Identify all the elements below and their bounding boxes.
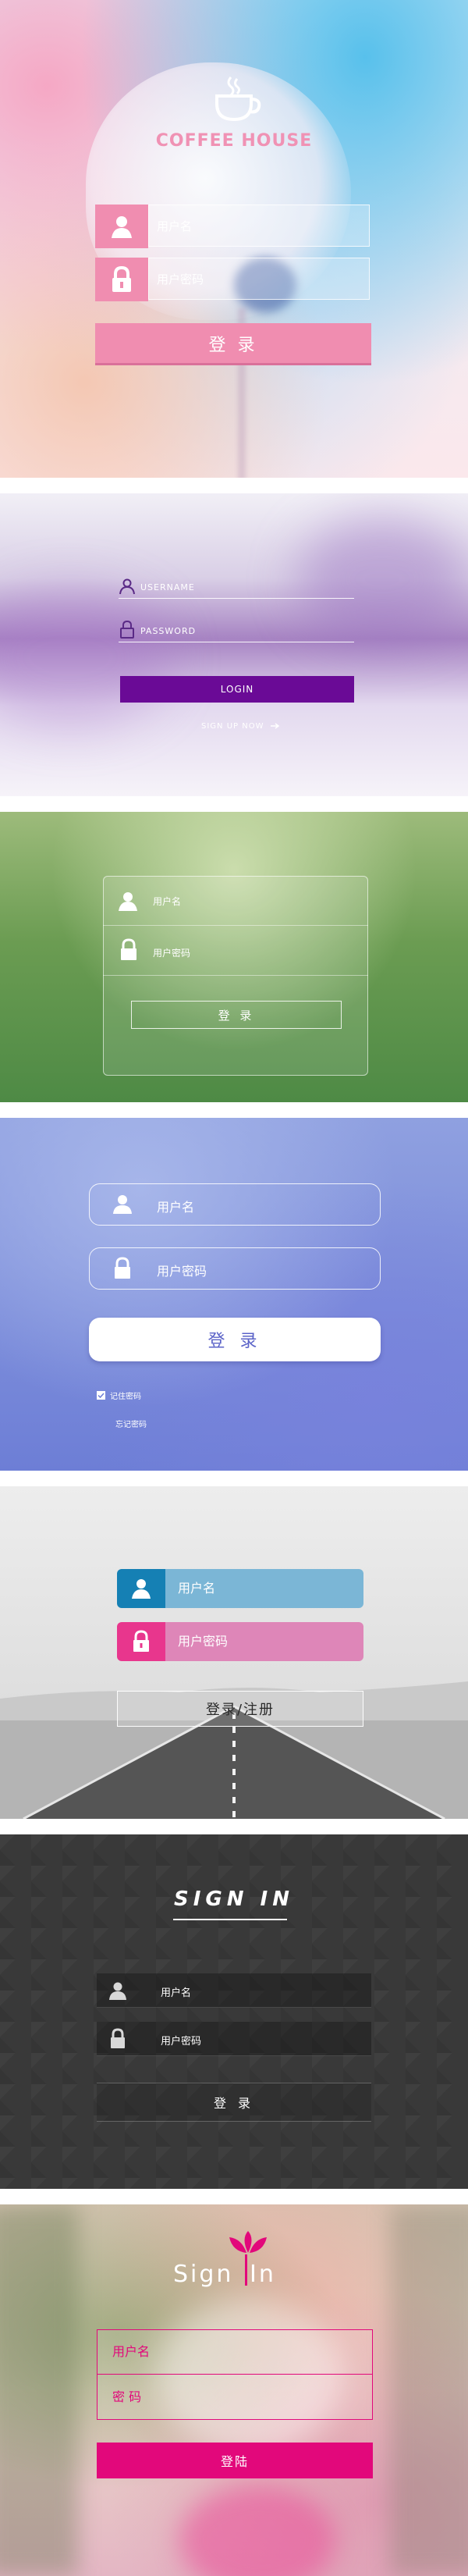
login-screen-blue: 用户名 用户密码 登 录 记住密码 忘记密码	[0, 1118, 468, 1471]
login-screen-dark: SIGN IN 用户名 用户密码 登 录	[0, 1834, 468, 2189]
user-icon	[95, 205, 148, 248]
username-input[interactable]: 用户名	[153, 895, 181, 908]
lotus-flower-icon	[228, 2228, 268, 2259]
lock-icon	[119, 938, 139, 962]
password-row[interactable]: 用户密码	[95, 258, 371, 301]
remember-label: 记住密码	[110, 1393, 141, 1401]
login-button[interactable]: 登 录	[95, 323, 371, 365]
login-button[interactable]: 登陆	[97, 2443, 373, 2478]
title-sign: Sign	[173, 2261, 234, 2288]
title-underline	[173, 1919, 287, 1920]
lock-icon	[119, 620, 136, 639]
checkbox-icon[interactable]	[97, 1391, 105, 1400]
background-blur	[0, 2204, 78, 2576]
user-icon	[117, 1569, 165, 1608]
login-button[interactable]: 登 录	[89, 1318, 381, 1361]
signup-label: SIGN UP NOW	[201, 721, 264, 731]
password-input[interactable]: 用户密码	[157, 1261, 207, 1279]
password-row[interactable]: 用户密码	[97, 2022, 371, 2056]
coffee-cup-icon	[211, 74, 262, 124]
background-blur	[390, 2204, 468, 2576]
username-row[interactable]: 用户名	[89, 1183, 381, 1226]
lock-icon	[109, 2028, 126, 2050]
lock-icon	[117, 1622, 165, 1661]
password-input[interactable]: 用户密码	[165, 1622, 363, 1661]
sign-in-title: SIGN IN	[174, 1888, 294, 1911]
user-icon	[117, 890, 139, 912]
login-button[interactable]: 登 录	[131, 1001, 342, 1029]
password-row[interactable]: PASSWORD	[119, 615, 354, 642]
password-row[interactable]: 用户密码	[117, 1622, 363, 1661]
signup-link[interactable]: SIGN UP NOW	[201, 720, 281, 732]
username-input[interactable]: 用户名	[165, 1569, 363, 1608]
username-row[interactable]: 用户名	[103, 876, 368, 926]
username-row[interactable]: USERNAME	[119, 571, 354, 599]
login-button[interactable]: 登 录	[97, 2083, 371, 2122]
remember-password[interactable]: 记住密码	[97, 1389, 141, 1401]
user-icon	[108, 1980, 128, 2001]
username-input[interactable]: 用户名	[157, 1197, 194, 1215]
login-screen-coffee-house: COFFEE HOUSE 用户名 用户密码 登 录	[0, 0, 468, 478]
title-divider	[245, 2254, 247, 2286]
password-row[interactable]: 用户密码	[103, 926, 368, 976]
username-input[interactable]: 用户名	[161, 1984, 191, 1999]
password-row[interactable]: 用户密码	[89, 1247, 381, 1290]
login-register-button[interactable]: 登录/注册	[117, 1691, 363, 1727]
login-button[interactable]: LOGIN	[120, 676, 354, 703]
password-input[interactable]: 用户密码	[161, 2033, 201, 2048]
username-row[interactable]: 用户名	[117, 1569, 363, 1608]
username-input[interactable]: USERNAME	[140, 582, 195, 592]
password-input[interactable]: 密 码	[97, 2375, 373, 2419]
forgot-password-link[interactable]: 忘记密码	[115, 1418, 147, 1429]
background-blur	[179, 2485, 335, 2576]
username-input[interactable]: 用户名	[97, 2329, 373, 2374]
password-input[interactable]: 用户密码	[153, 946, 190, 959]
login-screen-pink: Sign In 用户名 密 码 登陆	[0, 2204, 468, 2576]
password-input[interactable]: 用户密码	[148, 258, 370, 300]
lock-icon	[113, 1257, 132, 1280]
username-row[interactable]: 用户名	[97, 1973, 371, 2008]
background-blur	[0, 587, 172, 728]
username-row[interactable]: 用户名	[95, 205, 371, 248]
title-in: In	[250, 2261, 276, 2288]
password-input[interactable]: PASSWORD	[140, 626, 196, 636]
user-icon	[119, 578, 136, 595]
login-screen-green: 用户名 用户密码 登 录	[0, 812, 468, 1102]
user-icon	[112, 1194, 133, 1215]
login-screen-road: 用户名 用户密码 登录/注册	[0, 1486, 468, 1819]
lock-icon	[95, 258, 148, 301]
brand-title: COFFEE HOUSE	[155, 131, 313, 151]
arrow-right-icon	[270, 722, 281, 730]
username-input[interactable]: 用户名	[148, 205, 370, 247]
login-screen-purple: USERNAME PASSWORD LOGIN SIGN UP NOW	[0, 493, 468, 796]
